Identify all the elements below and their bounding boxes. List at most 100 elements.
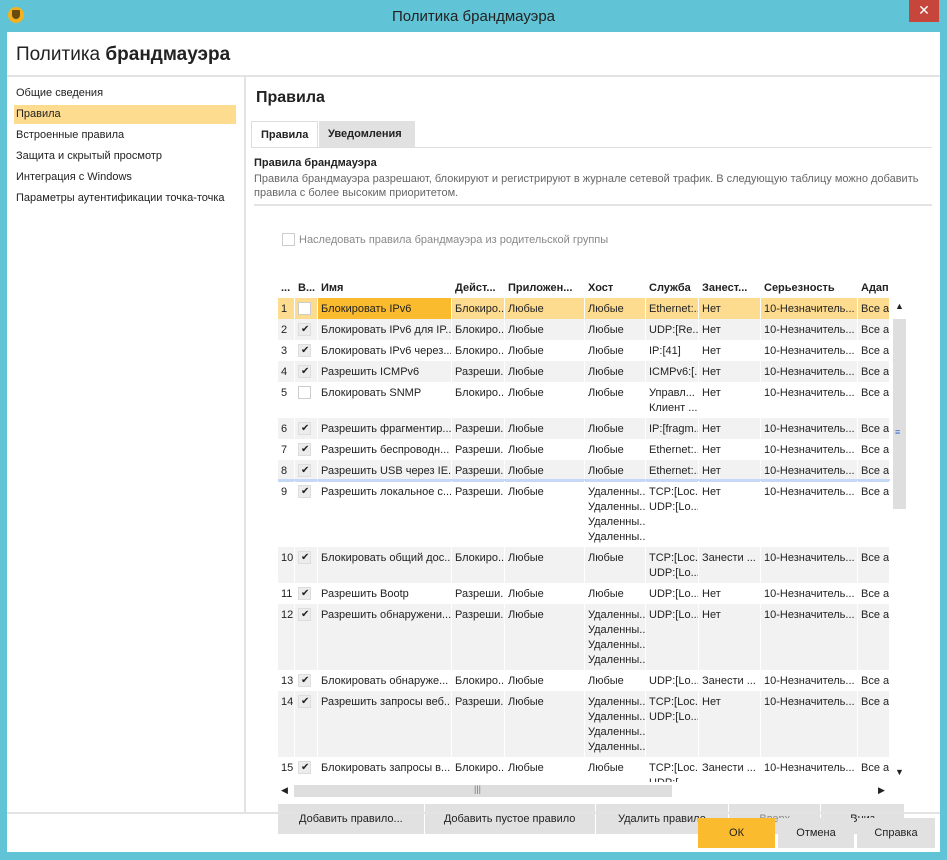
vertical-scrollbar[interactable]: ▲ ≡ ▼ bbox=[893, 301, 906, 781]
rule-host: Любые bbox=[585, 319, 646, 340]
row-index: 5 bbox=[278, 382, 295, 418]
scroll-left-icon[interactable]: ◀ bbox=[281, 785, 288, 796]
rule-adapter: Все ад bbox=[858, 298, 890, 319]
enabled-cell[interactable] bbox=[295, 691, 318, 757]
sidebar-item[interactable]: Встроенные правила bbox=[14, 126, 236, 145]
rule-service: ICMPv6:[... bbox=[646, 361, 699, 382]
service-line: ICMPv6:[... bbox=[649, 366, 699, 378]
cancel-button[interactable]: Отмена bbox=[778, 818, 854, 848]
row-index: 7 bbox=[278, 439, 295, 460]
scroll-thumb[interactable]: ||| bbox=[294, 784, 672, 797]
enabled-checkbox[interactable] bbox=[298, 607, 311, 622]
ok-button[interactable]: ОК bbox=[698, 818, 775, 848]
tab-notifications[interactable]: Уведомления bbox=[319, 121, 415, 147]
service-line: UDP:[Lo... bbox=[649, 711, 699, 723]
enabled-checkbox[interactable] bbox=[298, 442, 311, 457]
col-action-header[interactable]: Дейст... bbox=[452, 282, 505, 294]
enabled-cell[interactable] bbox=[295, 382, 318, 418]
host-line: Любые bbox=[588, 324, 624, 336]
sidebar-item[interactable]: Параметры аутентификации точка-точка bbox=[14, 189, 236, 208]
scroll-right-icon[interactable]: ▶ bbox=[878, 785, 885, 796]
sidebar-item[interactable]: Общие сведения bbox=[14, 84, 236, 103]
col-service-header[interactable]: Служба bbox=[646, 282, 699, 294]
enabled-checkbox[interactable] bbox=[298, 694, 311, 709]
enabled-cell[interactable] bbox=[295, 670, 318, 691]
enabled-checkbox[interactable] bbox=[298, 364, 311, 379]
enabled-checkbox[interactable] bbox=[298, 673, 311, 688]
enabled-checkbox[interactable] bbox=[298, 386, 311, 399]
scroll-down-icon[interactable]: ▼ bbox=[895, 767, 904, 777]
enabled-cell[interactable] bbox=[295, 319, 318, 340]
rule-severity: 10-Незначитель... bbox=[761, 481, 858, 547]
enabled-cell[interactable] bbox=[295, 361, 318, 382]
table-row[interactable]: 6Разрешить фрагментир...Разреши...ЛюбыеЛ… bbox=[278, 418, 890, 439]
table-row[interactable]: 12 Разрешить обнаружени...Разреши...Любые… bbox=[278, 604, 890, 670]
table-row[interactable]: 5 Блокировать SNMP Блокиро... Любые Любые Упр… bbox=[278, 382, 890, 418]
scroll-thumb[interactable]: ≡ bbox=[893, 319, 906, 509]
col-log-header[interactable]: Занест... bbox=[699, 282, 761, 294]
enabled-cell[interactable] bbox=[295, 757, 318, 782]
enabled-checkbox[interactable] bbox=[298, 484, 311, 499]
enabled-cell[interactable] bbox=[295, 481, 318, 547]
col-adapter-header[interactable]: Адап bbox=[858, 282, 890, 294]
rule-adapter: Все ад bbox=[858, 382, 890, 418]
add-rule-button[interactable]: Добавить правило... bbox=[278, 804, 424, 834]
rule-adapter: Все ад bbox=[858, 319, 890, 340]
rule-severity: 10-Незначитель... bbox=[761, 439, 858, 460]
table-row[interactable]: 2Блокировать IPv6 для IP...Блокиро...Люб… bbox=[278, 319, 890, 340]
sidebar-item[interactable]: Защита и скрытый просмотр bbox=[14, 147, 236, 166]
service-line: UDP:[Lo... bbox=[649, 675, 699, 687]
row-index: 10 bbox=[278, 547, 295, 583]
help-button[interactable]: Справка bbox=[857, 818, 935, 848]
enabled-checkbox[interactable] bbox=[298, 421, 311, 436]
table-row[interactable]: 3Блокировать IPv6 через...Блокиро...Любы… bbox=[278, 340, 890, 361]
table-row[interactable]: 11Разрешить BootpРазреши...ЛюбыеЛюбыеUDP… bbox=[278, 583, 890, 604]
rule-adapter: Все ад bbox=[858, 361, 890, 382]
sidebar-item[interactable]: Интеграция с Windows bbox=[14, 168, 236, 187]
enabled-cell[interactable] bbox=[295, 583, 318, 604]
close-button[interactable]: ✕ bbox=[909, 0, 939, 22]
table-row[interactable]: 15Блокировать запросы в...Блокиро...Любы… bbox=[278, 757, 890, 782]
tab-rules[interactable]: Правила bbox=[251, 121, 319, 147]
enabled-cell[interactable] bbox=[295, 460, 318, 481]
enabled-cell[interactable] bbox=[295, 340, 318, 361]
col-application-header[interactable]: Приложен... bbox=[505, 282, 585, 294]
checkbox[interactable] bbox=[282, 233, 295, 246]
col-severity-header[interactable]: Серьезность bbox=[761, 282, 858, 294]
enabled-checkbox[interactable] bbox=[298, 463, 311, 478]
enabled-checkbox[interactable] bbox=[298, 586, 311, 601]
col-host-header[interactable]: Хост bbox=[585, 282, 646, 294]
col-index-header[interactable]: ... bbox=[278, 282, 295, 294]
col-enabled-header[interactable]: В... bbox=[295, 282, 318, 294]
enabled-checkbox[interactable] bbox=[298, 322, 311, 337]
add-empty-rule-button[interactable]: Добавить пустое правило bbox=[424, 804, 595, 834]
col-name-header[interactable]: Имя bbox=[318, 282, 452, 294]
table-row[interactable]: 10Блокировать общий дос...Блокиро...Любы… bbox=[278, 547, 890, 583]
table-row[interactable]: 1 Блокировать IPv6 Блокиро... Любые Любые Eth… bbox=[278, 298, 890, 319]
enabled-checkbox[interactable] bbox=[298, 302, 311, 315]
rule-name: Разрешить фрагментир... bbox=[318, 418, 452, 439]
table-row[interactable]: 9 Разрешить локальное с...Разреши...Любые… bbox=[278, 481, 890, 547]
table-row[interactable]: 4Разрешить ICMPv6Разреши...ЛюбыеЛюбыеICM… bbox=[278, 361, 890, 382]
rule-severity: 10-Незначитель... bbox=[761, 757, 858, 782]
row-index: 9 bbox=[278, 481, 295, 547]
table-row[interactable]: 13Блокировать обнаруже...Блокиро...Любые… bbox=[278, 670, 890, 691]
enabled-checkbox[interactable] bbox=[298, 343, 311, 358]
table-row[interactable]: 14 Разрешить запросы веб...Разреши...Любы… bbox=[278, 691, 890, 757]
enabled-cell[interactable] bbox=[295, 547, 318, 583]
enabled-checkbox[interactable] bbox=[298, 550, 311, 565]
rule-service: UDP:[Re... bbox=[646, 319, 699, 340]
enabled-cell[interactable] bbox=[295, 298, 318, 319]
enabled-cell[interactable] bbox=[295, 418, 318, 439]
horizontal-scrollbar[interactable]: ◀ ||| ▶ bbox=[278, 784, 890, 798]
row-index: 1 bbox=[278, 298, 295, 319]
enabled-cell[interactable] bbox=[295, 604, 318, 670]
table-row[interactable]: 7Разрешить беспроводн...Разреши...ЛюбыеЛ… bbox=[278, 439, 890, 460]
enabled-checkbox[interactable] bbox=[298, 760, 311, 775]
inherit-rules-checkbox[interactable]: Наследовать правила брандмауэра из родит… bbox=[282, 233, 608, 246]
enabled-cell[interactable] bbox=[295, 439, 318, 460]
dialog-body: Политика брандмауэра Общие сведения Прави… bbox=[7, 32, 940, 852]
table-row[interactable]: 8Разрешить USB через IE...Разреши...Любы… bbox=[278, 460, 890, 481]
scroll-up-icon[interactable]: ▲ bbox=[895, 301, 904, 311]
sidebar-item[interactable]: Правила bbox=[14, 105, 236, 124]
